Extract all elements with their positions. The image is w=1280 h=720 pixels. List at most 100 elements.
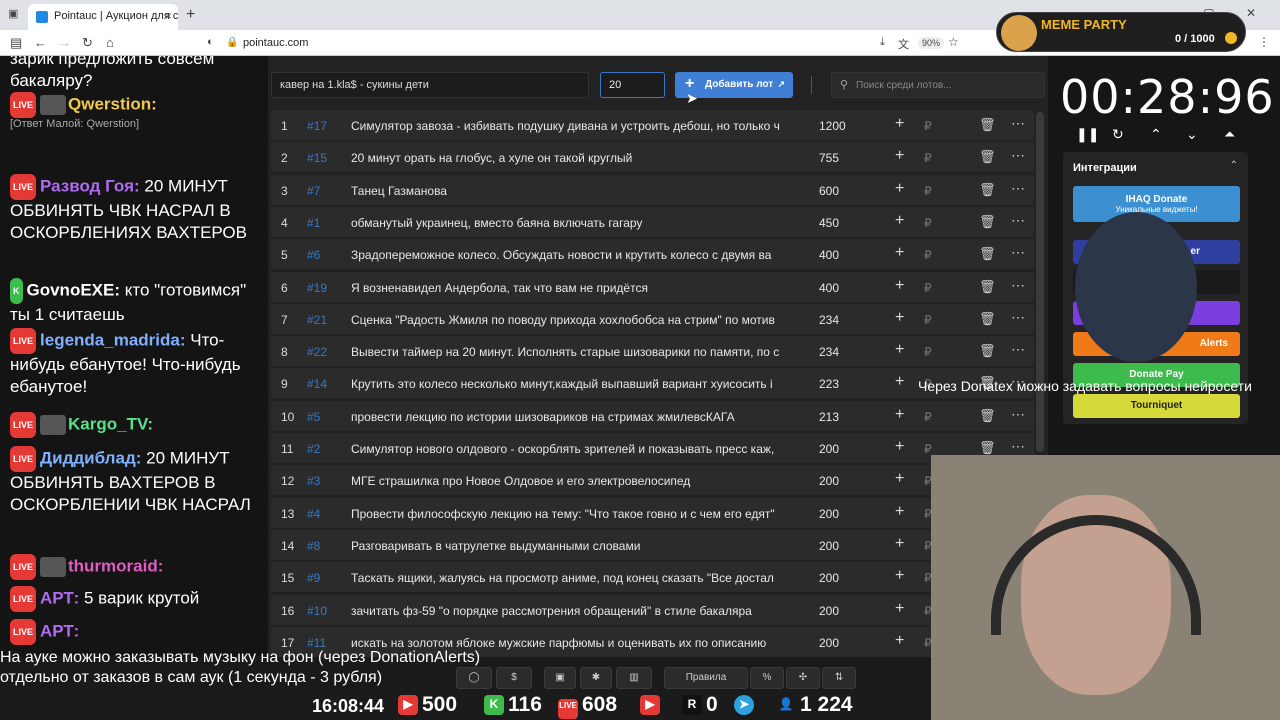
back-icon[interactable]: ← bbox=[34, 35, 47, 50]
lot-row[interactable]: 15 #9 Таскать ящики, жалуясь на просмотр а… bbox=[271, 562, 1034, 593]
translate-icon[interactable]: 文 bbox=[898, 36, 909, 52]
scrollbar[interactable] bbox=[1036, 112, 1044, 452]
more-icon[interactable]: ⋯ bbox=[1011, 309, 1025, 326]
lot-name[interactable]: Вывести таймер на 20 минут. Исполнять ст… bbox=[351, 345, 791, 359]
ruble-icon[interactable]: ₽ bbox=[924, 248, 932, 262]
forward-icon[interactable]: → bbox=[58, 35, 71, 50]
delete-icon[interactable]: 🗑 bbox=[979, 182, 996, 198]
add-amount-icon[interactable]: + bbox=[895, 600, 904, 618]
lot-row[interactable]: 11 #2 Симулятор нового олдового - оскорбля… bbox=[271, 433, 1034, 463]
home-icon[interactable]: ⌂ bbox=[106, 35, 114, 50]
lot-row[interactable]: 14 #8 Разговаривать в чатрулетке выдуманны… bbox=[271, 529, 1034, 560]
delete-icon[interactable]: 🗑 bbox=[979, 246, 996, 262]
add-amount-icon[interactable]: + bbox=[895, 535, 904, 553]
add-amount-icon[interactable]: + bbox=[895, 438, 904, 456]
address-bar[interactable]: pointauc.com bbox=[243, 37, 308, 49]
pause-icon[interactable]: ❚❚ bbox=[1076, 126, 1099, 143]
save-icon[interactable]: ▣ bbox=[544, 667, 576, 689]
lot-sum[interactable]: 400 bbox=[819, 281, 839, 295]
lot-sum[interactable]: 223 bbox=[819, 377, 839, 391]
lot-name[interactable]: Я возненавидел Андербола, так что вам не… bbox=[351, 281, 791, 295]
lot-sum[interactable]: 200 bbox=[819, 442, 839, 456]
new-tab-icon[interactable]: + bbox=[186, 6, 195, 24]
more-icon[interactable]: ⋯ bbox=[1011, 244, 1025, 261]
lot-sum[interactable]: 200 bbox=[819, 604, 839, 618]
menu-icon[interactable]: ⋮ bbox=[1258, 35, 1270, 49]
shield-icon[interactable]: ◐ bbox=[207, 36, 214, 48]
download-icon[interactable]: ⤓ bbox=[880, 36, 885, 49]
lot-name[interactable]: Танец Газманова bbox=[351, 184, 791, 198]
ruble-icon[interactable]: ₽ bbox=[924, 442, 932, 456]
lot-name[interactable]: 20 минут орать на глобус, а хуле он тако… bbox=[351, 151, 791, 165]
more-icon[interactable]: ⋯ bbox=[1011, 212, 1025, 229]
lock-icon[interactable]: 🔒 bbox=[226, 37, 238, 48]
add-amount-icon[interactable]: + bbox=[895, 244, 904, 262]
add-amount-icon[interactable]: + bbox=[895, 567, 904, 585]
more-icon[interactable]: ⋯ bbox=[1011, 341, 1025, 358]
delete-icon[interactable]: 🗑 bbox=[979, 343, 996, 359]
sidebar-icon[interactable]: ▤ bbox=[10, 35, 22, 51]
dollar-icon[interactable]: $ bbox=[496, 667, 532, 689]
lot-name[interactable]: Таскать ящики, жалуясь на просмотр аниме… bbox=[351, 571, 791, 585]
ruble-icon[interactable]: ₽ bbox=[924, 345, 932, 359]
lot-name[interactable]: зачитать фз-59 "о порядке рассмотрения о… bbox=[351, 604, 791, 618]
trash-icon[interactable]: ▥ bbox=[616, 667, 652, 689]
lot-name[interactable]: Крутить это колесо несколько минут,кажды… bbox=[351, 377, 791, 391]
ruble-icon[interactable]: ₽ bbox=[924, 184, 932, 198]
percent-button[interactable]: % bbox=[750, 667, 784, 689]
more-icon[interactable]: ⋯ bbox=[1011, 115, 1025, 132]
lot-sum[interactable]: 200 bbox=[819, 539, 839, 553]
reload-icon[interactable]: ↻ bbox=[82, 35, 93, 51]
more-icon[interactable]: ⋯ bbox=[1011, 406, 1025, 423]
zoom-indicator[interactable]: 90% bbox=[918, 37, 945, 49]
more-icon[interactable]: ⋯ bbox=[1011, 180, 1025, 197]
delete-icon[interactable]: 🗑 bbox=[979, 214, 996, 230]
lot-sum[interactable]: 213 bbox=[819, 410, 839, 424]
bug-icon[interactable]: ✱ bbox=[580, 667, 612, 689]
lot-row[interactable]: 13 #4 Провести философскую лекцию на тему:… bbox=[271, 497, 1034, 528]
add-amount-icon[interactable]: + bbox=[895, 212, 904, 230]
lot-sum[interactable]: 200 bbox=[819, 571, 839, 585]
add-amount-icon[interactable]: + bbox=[895, 277, 904, 295]
lot-name[interactable]: провести лекцию по истории шизовариков н… bbox=[351, 410, 791, 424]
lot-name[interactable]: МГЕ страшилка про Новое Олдовое и его эл… bbox=[351, 474, 791, 488]
lot-sum[interactable]: 1200 bbox=[819, 119, 846, 133]
lot-sum[interactable]: 600 bbox=[819, 184, 839, 198]
delete-icon[interactable]: 🗑 bbox=[979, 279, 996, 295]
lot-sum[interactable]: 450 bbox=[819, 216, 839, 230]
chevron-up-icon[interactable]: ⌃ bbox=[1150, 126, 1162, 143]
lot-sum[interactable]: 200 bbox=[819, 474, 839, 488]
ruble-icon[interactable]: ₽ bbox=[924, 313, 932, 327]
lot-row[interactable]: 16 #10 зачитать фз-59 "о порядке рассмотре… bbox=[271, 594, 1034, 625]
add-amount-icon[interactable]: + bbox=[895, 470, 904, 488]
close-tab-icon[interactable]: × bbox=[165, 9, 172, 23]
delete-icon[interactable]: 🗑 bbox=[979, 408, 996, 424]
lot-row[interactable]: 5 #6 Зрадопереможное колесо. Обсуждать нов… bbox=[271, 239, 1034, 270]
double-up-icon[interactable]: ⏶ bbox=[1224, 126, 1235, 143]
lot-row[interactable]: 4 #1 обманутый украинец, вместо баяна вклю… bbox=[271, 206, 1034, 237]
split-icon[interactable]: ✣ bbox=[786, 667, 820, 689]
delete-icon[interactable]: 🗑 bbox=[979, 440, 996, 456]
add-amount-icon[interactable]: + bbox=[895, 503, 904, 521]
add-amount-icon[interactable]: + bbox=[895, 147, 904, 165]
lot-row[interactable]: 12 #3 МГЕ страшилка про Новое Олдовое и е… bbox=[271, 465, 1034, 496]
add-amount-icon[interactable]: + bbox=[895, 115, 904, 133]
lot-search-input[interactable]: ⚲ Поиск среди лотов... bbox=[831, 72, 1045, 98]
lot-sum[interactable]: 234 bbox=[819, 345, 839, 359]
lot-row[interactable]: 7 #21 Сценка "Радость Жмиля по поводу прих… bbox=[271, 303, 1034, 334]
lot-row[interactable]: 8 #22 Вывести таймер на 20 минут. Исполнят… bbox=[271, 336, 1034, 367]
ruble-icon[interactable]: ₽ bbox=[924, 410, 932, 424]
lot-sum[interactable]: 200 bbox=[819, 636, 839, 650]
lot-sum[interactable]: 234 bbox=[819, 313, 839, 327]
lot-row[interactable]: 10 #5 провести лекцию по истории шизоварик… bbox=[271, 400, 1034, 431]
delete-icon[interactable]: 🗑 bbox=[979, 149, 996, 165]
lot-sum[interactable]: 755 bbox=[819, 151, 839, 165]
lot-row[interactable]: 6 #19 Я возненавидел Андербола, так что ва… bbox=[271, 271, 1034, 302]
delete-icon[interactable]: 🗑 bbox=[979, 311, 996, 327]
lot-row[interactable]: 3 #7 Танец Газманова 600 + ₽ 🗑 ⋯ bbox=[271, 174, 1034, 205]
lot-name[interactable]: Разговаривать в чатрулетке выдуманными с… bbox=[351, 539, 791, 553]
chevron-down-icon[interactable]: ⌄ bbox=[1186, 126, 1198, 143]
add-amount-icon[interactable]: + bbox=[895, 180, 904, 198]
add-amount-icon[interactable]: + bbox=[895, 373, 904, 391]
lot-name[interactable]: Сценка "Радость Жмиля по поводу прихода … bbox=[351, 313, 791, 327]
